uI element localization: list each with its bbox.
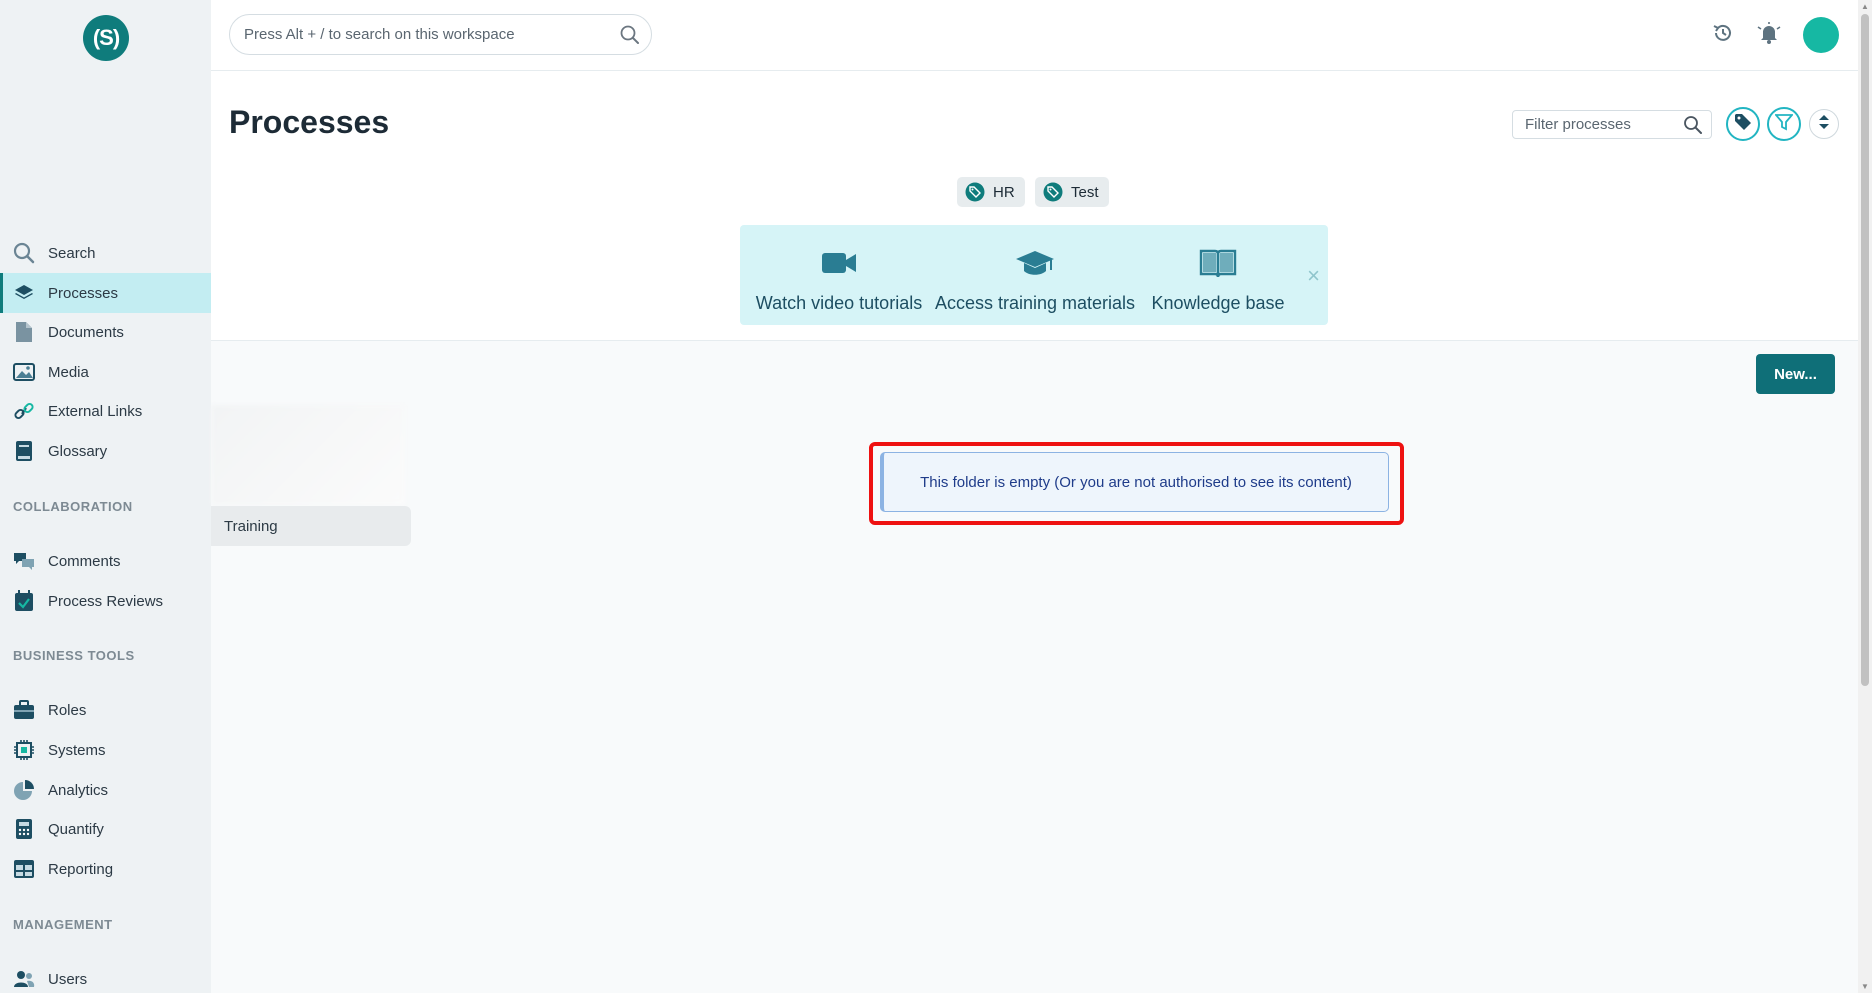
sidebar-item-glossary[interactable]: Glossary — [0, 431, 211, 471]
help-item-label: Watch video tutorials — [755, 293, 923, 313]
tag-icon — [1043, 182, 1063, 202]
scroll-up-arrow-icon[interactable]: ▲ — [1861, 2, 1869, 11]
blurred-folder-card — [211, 405, 405, 505]
section-label-business-tools: BUSINESS TOOLS — [13, 648, 135, 663]
calculator-icon — [12, 817, 36, 841]
history-icon[interactable] — [1708, 18, 1738, 48]
empty-folder-message: This folder is empty (Or you are not aut… — [880, 452, 1389, 512]
link-icon — [12, 399, 36, 423]
briefcase-icon — [12, 698, 36, 722]
search-placeholder: Press Alt + / to search on this workspac… — [244, 26, 515, 43]
layers-icon — [12, 281, 36, 305]
sidebar-item-label: External Links — [48, 402, 143, 420]
help-item-label: Knowledge base — [1151, 293, 1285, 313]
sidebar-item-label: Quantify — [48, 820, 104, 838]
sidebar-item-label: Analytics — [48, 781, 109, 799]
sidebar-item-users[interactable]: Users — [0, 959, 211, 993]
sidebar-item-comments[interactable]: Comments — [0, 541, 211, 581]
section-label-management: MANAGEMENT — [13, 917, 113, 932]
tag-label: HR — [993, 183, 1015, 201]
filter-button[interactable] — [1767, 107, 1801, 141]
filter-placeholder: Filter processes — [1525, 116, 1631, 133]
sidebar-item-documents[interactable]: Documents — [0, 312, 211, 352]
user-avatar[interactable] — [1803, 17, 1839, 53]
sidebar-item-analytics[interactable]: Analytics — [0, 770, 211, 810]
sidebar-item-label: Glossary — [48, 442, 108, 460]
sidebar-item-label: Documents — [48, 323, 124, 341]
tag-chip-test[interactable]: Test — [1035, 177, 1109, 207]
tag-label: Test — [1071, 183, 1099, 201]
sidebar-item-external-links[interactable]: External Links — [0, 391, 211, 431]
chip-icon — [12, 738, 36, 762]
funnel-icon — [1774, 113, 1794, 136]
sidebar-item-label: Comments — [48, 552, 121, 570]
comments-icon — [12, 549, 36, 573]
page-title: Processes — [229, 104, 390, 140]
filter-processes-input[interactable]: Filter processes — [1512, 110, 1712, 139]
calendar-check-icon — [12, 589, 36, 613]
new-button[interactable]: New... — [1756, 354, 1835, 394]
help-item-label: Access training materials — [934, 293, 1136, 313]
sidebar-item-label: Roles — [48, 701, 87, 719]
workspace-search-input[interactable]: Press Alt + / to search on this workspac… — [229, 14, 652, 55]
pie-chart-icon — [12, 778, 36, 802]
sidebar-item-search[interactable]: Search — [0, 233, 211, 273]
tag-chip-hr[interactable]: HR — [957, 177, 1025, 207]
sidebar-item-roles[interactable]: Roles — [0, 690, 211, 730]
help-panel: Watch video tutorials Access training ma… — [740, 225, 1328, 325]
users-icon — [12, 967, 36, 991]
sidebar-item-process-reviews[interactable]: Process Reviews — [0, 581, 211, 621]
top-bar: Press Alt + / to search on this workspac… — [211, 0, 1872, 71]
knowledge-base-link[interactable]: Knowledge base — [1145, 225, 1291, 325]
search-icon — [12, 241, 36, 265]
sidebar-item-media[interactable]: Media — [0, 352, 211, 392]
sidebar-item-label: Search — [48, 244, 96, 262]
graduation-cap-icon — [1015, 243, 1055, 283]
sidebar-item-reporting[interactable]: Reporting — [0, 849, 211, 889]
sidebar-item-quantify[interactable]: Quantify — [0, 809, 211, 849]
tags-filter-button[interactable] — [1726, 107, 1760, 141]
sidebar-item-label: Processes — [48, 284, 119, 302]
sidebar-item-label: Reporting — [48, 860, 114, 878]
sort-button[interactable] — [1809, 109, 1839, 139]
tag-icon — [965, 182, 985, 202]
scroll-down-arrow-icon[interactable]: ▼ — [1861, 982, 1869, 991]
access-training-materials-link[interactable]: Access training materials — [934, 225, 1136, 325]
content-area — [211, 340, 1872, 993]
sidebar-item-processes[interactable]: Processes — [0, 273, 211, 313]
sidebar-item-label: Process Reviews — [48, 592, 164, 610]
book-icon — [12, 439, 36, 463]
search-icon[interactable] — [619, 24, 641, 50]
image-icon — [12, 360, 36, 384]
sidebar-item-label: Systems — [48, 741, 106, 759]
tag-icon — [1734, 113, 1752, 136]
open-book-icon — [1199, 243, 1237, 283]
sort-icon — [1818, 114, 1830, 135]
watch-video-tutorials-link[interactable]: Watch video tutorials — [755, 225, 923, 325]
document-icon — [12, 320, 36, 344]
sidebar-item-label: Users — [48, 970, 88, 988]
sidebar-item-label: Media — [48, 363, 89, 381]
app-logo[interactable]: (S) — [83, 15, 129, 61]
table-icon — [12, 857, 36, 881]
sidebar: (S) Search Processes Documents Media Ext… — [0, 0, 211, 993]
video-camera-icon — [821, 243, 857, 283]
page-scrollbar[interactable]: ▲ ▼ — [1858, 0, 1872, 993]
scrollbar-thumb[interactable] — [1861, 14, 1869, 686]
search-icon[interactable] — [1683, 115, 1703, 139]
sidebar-item-systems[interactable]: Systems — [0, 730, 211, 770]
close-icon[interactable]: × — [1307, 263, 1320, 289]
notifications-bell-icon[interactable] — [1754, 18, 1784, 48]
section-label-collaboration: COLLABORATION — [13, 499, 133, 514]
folder-item-training[interactable]: Training — [211, 506, 411, 546]
